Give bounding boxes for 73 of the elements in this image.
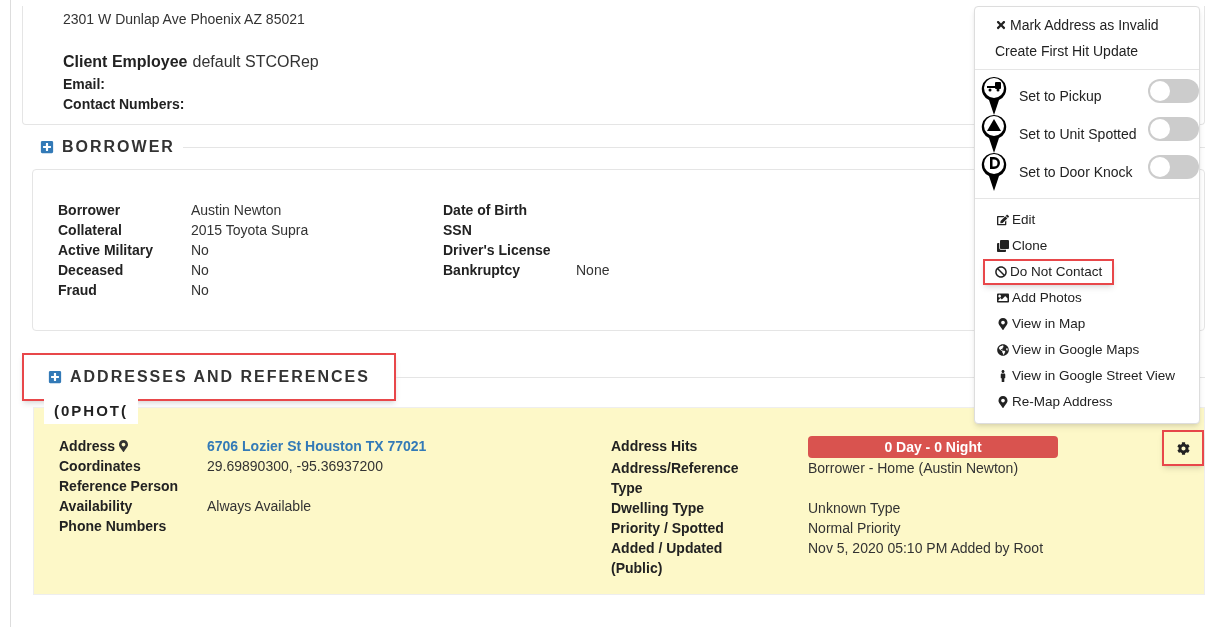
- toggle-label: Set to Unit Spotted: [1019, 124, 1138, 144]
- menu-item[interactable]: Re-Map Address: [985, 389, 1125, 415]
- field-value: 29.69890300, -95.36937200: [207, 457, 383, 476]
- toggle-switch[interactable]: [1147, 79, 1199, 103]
- field-value: No: [191, 281, 209, 300]
- photos-tab[interactable]: (0PHOT(: [44, 398, 138, 424]
- field-label: Coordinates: [59, 457, 142, 476]
- menu-item[interactable]: Create First Hit Update: [995, 41, 1199, 61]
- field-label: Collateral: [58, 221, 123, 240]
- field-label: Driver's License: [443, 241, 552, 260]
- field-label: Deceased: [58, 261, 125, 280]
- field-value: 2015 Toyota Supra: [191, 221, 309, 240]
- field-value: Normal Priority: [808, 519, 901, 538]
- field-label: Reference Person: [59, 477, 179, 496]
- employee-value: default STCORep: [192, 52, 319, 72]
- menu-item[interactable]: View in Map: [985, 311, 1098, 337]
- field-value: No: [191, 261, 209, 280]
- toggle-switch[interactable]: [1147, 155, 1199, 179]
- image-icon: [997, 292, 1009, 304]
- toggle-label: Set to Pickup: [1019, 86, 1103, 106]
- field-value: No: [191, 241, 209, 260]
- client-address: 2301 W Dunlap Ave Phoenix AZ 85021: [63, 10, 305, 29]
- field-label: Address/Reference Type: [611, 459, 740, 498]
- hits-badge: 0 Day - 0 Night: [808, 436, 1058, 458]
- field-label: Active Military: [58, 241, 154, 260]
- field-label: Priority / Spotted: [611, 519, 725, 538]
- field-label: Added / Updated (Public): [611, 539, 724, 578]
- map-pin-icon: [997, 396, 1009, 408]
- expand-icon[interactable]: [40, 140, 54, 154]
- field-label: Borrower: [58, 201, 122, 220]
- menu-item[interactable]: Add Photos: [985, 285, 1094, 311]
- field-label: Date of Birth: [443, 201, 528, 220]
- map-pin-icon: [119, 440, 129, 452]
- menu-item[interactable]: Do Not Contact: [983, 259, 1115, 285]
- expand-icon[interactable]: [48, 370, 62, 384]
- copy-icon: [997, 240, 1009, 252]
- field-value: None: [576, 261, 610, 280]
- letter-pin-icon: [981, 152, 1007, 192]
- field-label: Dwelling Type: [611, 499, 706, 518]
- field-label: Address Hits: [611, 437, 699, 456]
- field-value: Always Available: [207, 497, 312, 516]
- menu-item[interactable]: Edit: [985, 207, 1048, 233]
- menu-item[interactable]: Clone: [985, 233, 1060, 259]
- field-label: Bankruptcy: [443, 261, 522, 280]
- truck-pin-icon: [981, 76, 1007, 116]
- employee-label: Client Employee: [63, 52, 188, 72]
- menu-item[interactable]: Mark Address as Invalid: [995, 15, 1199, 35]
- field-value: Unknown Type: [808, 499, 901, 518]
- ban-icon: [995, 266, 1007, 278]
- map-pin-icon: [997, 318, 1009, 330]
- settings-button[interactable]: [1162, 430, 1204, 466]
- field-value: Borrower - Home (Austin Newton): [808, 459, 1019, 478]
- section-title: BORROWER: [62, 137, 175, 157]
- field-value: Austin Newton: [191, 201, 282, 220]
- warning-pin-icon: [981, 114, 1007, 154]
- field-label: Fraud: [58, 281, 98, 300]
- address-link[interactable]: 6706 Lozier St Houston TX 77021: [207, 436, 427, 456]
- edit-icon: [997, 214, 1009, 226]
- field-label: Address: [59, 437, 116, 456]
- field-label: SSN: [443, 221, 473, 240]
- menu-item[interactable]: View in Google Street View: [985, 363, 1188, 389]
- globe-icon: [997, 344, 1009, 356]
- menu-item[interactable]: View in Google Maps: [985, 337, 1152, 363]
- section-title: ADDRESSES AND REFERENCES: [70, 367, 370, 387]
- field-label: Availability: [59, 497, 134, 516]
- contact-numbers-label: Contact Numbers:: [63, 95, 185, 114]
- close-icon: [995, 19, 1007, 31]
- toggle-label: Set to Door Knock: [1019, 162, 1134, 182]
- toggle-switch[interactable]: [1147, 117, 1199, 141]
- field-label: Phone Numbers: [59, 517, 168, 536]
- email-label: Email:: [63, 75, 105, 94]
- settings-icon: [1176, 441, 1190, 455]
- field-value: Nov 5, 2020 05:10 PM Added by Root: [808, 539, 1044, 558]
